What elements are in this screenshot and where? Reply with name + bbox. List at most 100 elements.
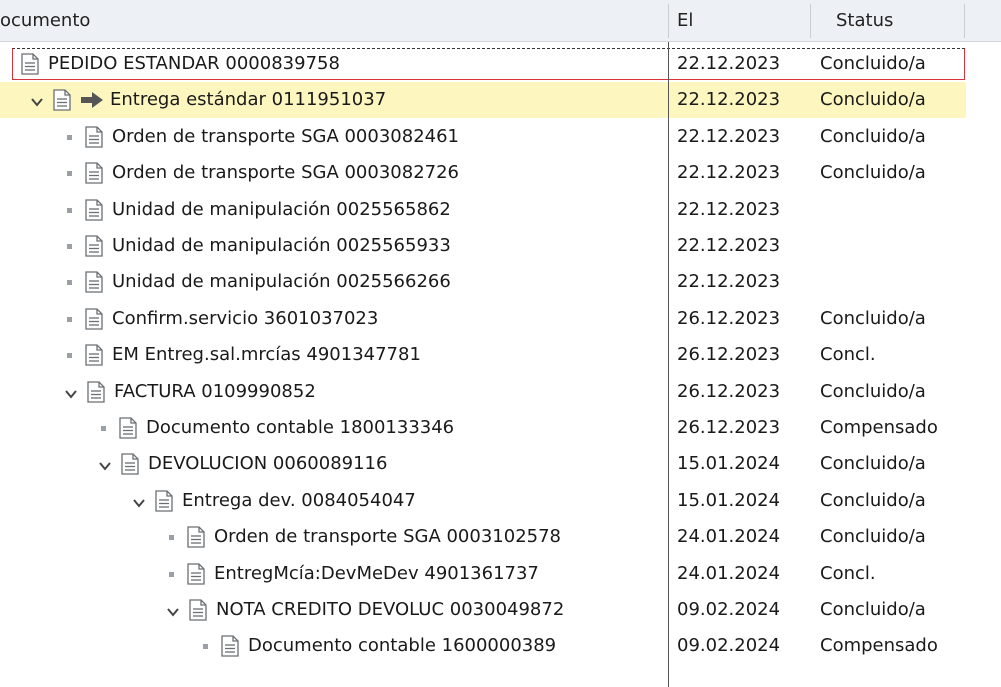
document-label[interactable]: Orden de transporte SGA 0003082726 bbox=[112, 155, 459, 191]
document-icon bbox=[186, 562, 206, 585]
document-icon bbox=[84, 271, 104, 294]
document-date: 26.12.2023 bbox=[677, 417, 781, 438]
document-label[interactable]: DEVOLUCION 0060089116 bbox=[148, 446, 387, 482]
tree-row[interactable]: Unidad de manipulación 0025565862 22.12.2… bbox=[0, 192, 1001, 228]
tree-row[interactable]: NOTA CREDITO DEVOLUC 0030049872 09.02.202… bbox=[0, 592, 1001, 628]
document-label[interactable]: Entrega estándar 0111951037 bbox=[110, 82, 386, 118]
tree-row[interactable]: Unidad de manipulación 0025565933 22.12.2… bbox=[0, 228, 1001, 264]
bullet-icon bbox=[67, 244, 72, 249]
tree-row[interactable]: FACTURA 0109990852 26.12.2023 Concluido/a bbox=[0, 374, 1001, 410]
document-icon bbox=[84, 308, 104, 330]
document-date: 24.01.2024 bbox=[677, 562, 781, 584]
document-icon bbox=[84, 344, 104, 366]
column-divider-line bbox=[668, 42, 669, 687]
document-icon bbox=[120, 453, 140, 476]
bullet-icon bbox=[67, 134, 72, 140]
document-label[interactable]: Documento contable 1800133346 bbox=[146, 410, 454, 446]
document-status: Concluido/a bbox=[820, 526, 926, 548]
document-label[interactable]: EntregMcía:DevMeDev 4901361737 bbox=[214, 556, 539, 592]
tree-row[interactable]: EntregMcía:DevMeDev 4901361737 24.01.2024… bbox=[0, 556, 1001, 592]
bullet-icon bbox=[67, 280, 72, 286]
tree-row[interactable]: Documento contable 1600000389 09.02.2024 C… bbox=[0, 628, 1001, 664]
column-separator[interactable] bbox=[964, 4, 965, 38]
chevron-down-icon[interactable] bbox=[132, 494, 146, 508]
tree-row[interactable]: Orden de transporte SGA 0003082726 22.12.… bbox=[0, 155, 1001, 191]
document-date: 22.12.2023 bbox=[677, 198, 781, 220]
document-label[interactable]: Entrega dev. 0084054047 bbox=[182, 483, 416, 519]
tree-row[interactable]: Entrega estándar 0111951037 22.12.2023 Con… bbox=[0, 82, 1001, 119]
tree-row[interactable]: Orden de transporte SGA 0003102578 24.01.… bbox=[0, 519, 1001, 555]
tree-row[interactable]: Entrega dev. 0084054047 15.01.2024 Conclui… bbox=[0, 483, 1001, 519]
document-date: 22.12.2023 bbox=[677, 162, 781, 184]
tree-row[interactable]: DEVOLUCION 0060089116 15.01.2024 Concluido… bbox=[0, 446, 1001, 482]
document-label[interactable]: Unidad de manipulación 0025566266 bbox=[112, 264, 451, 300]
document-icon bbox=[20, 53, 40, 75]
document-status: Concluido/a bbox=[820, 162, 926, 184]
document-date: 09.02.2024 bbox=[677, 635, 781, 657]
document-label[interactable]: Unidad de manipulación 0025565933 bbox=[112, 228, 451, 264]
bullet-icon bbox=[169, 535, 174, 541]
document-icon bbox=[84, 162, 104, 184]
document-status: Concluido/a bbox=[820, 380, 926, 402]
document-date: 22.12.2023 bbox=[677, 235, 781, 256]
document-icon bbox=[52, 89, 72, 112]
document-date: 24.01.2024 bbox=[677, 526, 781, 548]
document-status: Concluido/a bbox=[820, 599, 926, 620]
tree-row[interactable]: Documento contable 1800133346 26.12.2023 C… bbox=[0, 410, 1001, 446]
document-label[interactable]: PEDIDO ESTANDAR 0000839758 bbox=[48, 46, 340, 82]
document-label[interactable]: Orden de transporte SGA 0003082461 bbox=[112, 119, 459, 155]
document-status: Concluido/a bbox=[820, 307, 926, 329]
chevron-down-icon[interactable] bbox=[98, 457, 112, 471]
document-status: Concluido/a bbox=[820, 489, 926, 511]
column-separator[interactable] bbox=[668, 4, 669, 38]
document-icon bbox=[84, 235, 104, 257]
document-icon bbox=[186, 526, 206, 548]
document-icon bbox=[188, 599, 208, 621]
document-date: 26.12.2023 bbox=[677, 344, 781, 366]
tree-row[interactable]: Unidad de manipulación 0025566266 22.12.2… bbox=[0, 264, 1001, 300]
column-separator[interactable] bbox=[810, 4, 811, 38]
document-status: Compensado bbox=[820, 417, 938, 438]
document-icon bbox=[86, 380, 106, 403]
document-label[interactable]: Documento contable 1600000389 bbox=[248, 628, 556, 664]
document-icon bbox=[220, 635, 240, 658]
document-label[interactable]: Orden de transporte SGA 0003102578 bbox=[214, 519, 561, 555]
tree-row[interactable]: PEDIDO ESTANDAR 0000839758 22.12.2023 Conc… bbox=[0, 46, 1001, 82]
column-header-status[interactable]: Status bbox=[836, 0, 893, 42]
document-date: 15.01.2024 bbox=[677, 489, 781, 511]
chevron-down-icon[interactable] bbox=[30, 93, 44, 107]
document-label[interactable]: NOTA CREDITO DEVOLUC 0030049872 bbox=[216, 592, 564, 628]
document-label[interactable]: FACTURA 0109990852 bbox=[114, 374, 316, 410]
bullet-icon bbox=[67, 316, 72, 322]
document-date: 22.12.2023 bbox=[677, 89, 781, 111]
chevron-down-icon[interactable] bbox=[64, 385, 78, 399]
bullet-icon bbox=[203, 644, 208, 650]
document-status: Concluido/a bbox=[820, 89, 926, 111]
document-label[interactable]: Unidad de manipulación 0025565862 bbox=[112, 192, 451, 228]
document-status: Concl. bbox=[820, 344, 876, 366]
bullet-icon bbox=[67, 171, 72, 177]
document-label[interactable]: Confirm.servicio 3601037023 bbox=[112, 301, 378, 337]
document-label[interactable]: EM Entreg.sal.mrcías 4901347781 bbox=[112, 337, 421, 373]
document-status: Compensado bbox=[820, 635, 938, 657]
tree-row[interactable]: Orden de transporte SGA 0003082461 22.12.… bbox=[0, 119, 1001, 155]
column-header-date[interactable]: El bbox=[677, 0, 693, 42]
bullet-icon bbox=[67, 353, 72, 359]
document-icon bbox=[118, 417, 138, 439]
tree-row[interactable]: EM Entreg.sal.mrcías 4901347781 26.12.202… bbox=[0, 337, 1001, 373]
document-date: 22.12.2023 bbox=[677, 271, 781, 293]
chevron-down-icon[interactable] bbox=[166, 603, 180, 617]
document-status: Concluido/a bbox=[820, 453, 926, 475]
bullet-icon bbox=[169, 571, 174, 577]
document-status: Concluido/a bbox=[820, 53, 926, 74]
document-date: 26.12.2023 bbox=[677, 380, 781, 402]
column-header-document[interactable]: ocumento bbox=[0, 0, 90, 42]
tree-row[interactable]: Confirm.servicio 3601037023 26.12.2023 Con… bbox=[0, 301, 1001, 337]
document-status: Concluido/a bbox=[820, 125, 926, 147]
document-icon bbox=[84, 198, 104, 221]
document-date: 22.12.2023 bbox=[677, 125, 781, 147]
document-date: 22.12.2023 bbox=[677, 53, 781, 74]
bullet-icon bbox=[67, 207, 72, 213]
column-header-bar: ocumento El Status bbox=[0, 0, 1001, 42]
document-icon bbox=[84, 126, 104, 148]
